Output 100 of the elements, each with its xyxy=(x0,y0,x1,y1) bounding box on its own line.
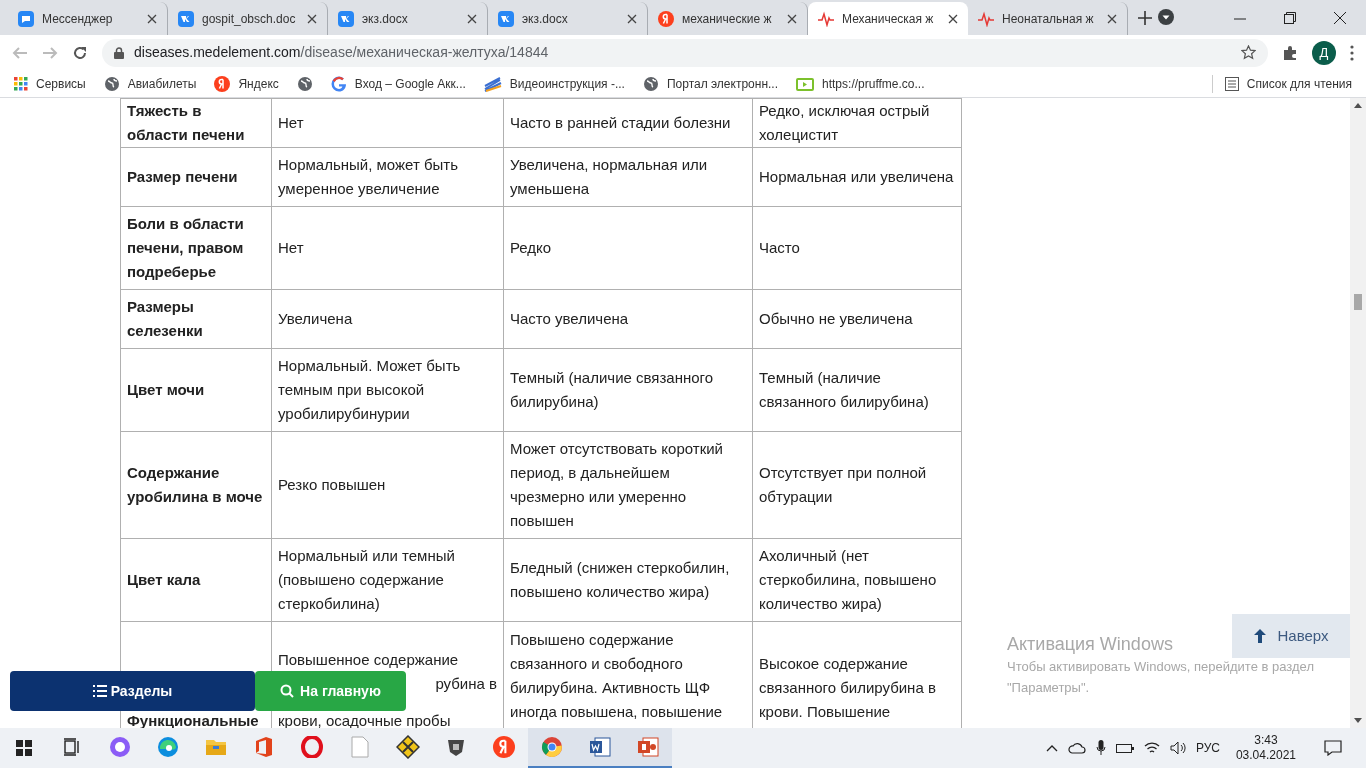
google-icon xyxy=(330,75,347,92)
wave-icon[interactable] xyxy=(157,736,179,758)
close-icon[interactable] xyxy=(1334,12,1346,24)
bookmark[interactable]: https://pruffme.co... xyxy=(796,74,925,93)
close-icon[interactable] xyxy=(1107,13,1117,24)
globe-icon xyxy=(642,75,659,92)
plus-icon[interactable] xyxy=(1138,11,1152,25)
table-cell: Темный (наличие связанного билирубина) xyxy=(510,369,714,410)
pulse-icon xyxy=(818,10,834,27)
restore-icon[interactable] xyxy=(1284,12,1296,24)
table-cell: Нет xyxy=(278,239,304,256)
activation-text: Чтобы активировать Windows, перейдите в раздел "Параметры". xyxy=(1007,658,1315,697)
table-cell-line: крови. Повышение xyxy=(759,703,891,720)
back-to-top-button[interactable]: Наверх xyxy=(1232,614,1350,658)
bookmark[interactable]: Видеоинструкция -... xyxy=(483,74,625,93)
chevron-up-icon[interactable] xyxy=(1045,744,1058,752)
table-cell: Нормальный или темный (повышено содержание стеркобилина) xyxy=(278,547,455,612)
puzzle-icon[interactable] xyxy=(1282,44,1298,61)
menu-icon xyxy=(92,685,107,697)
office-icon[interactable] xyxy=(254,736,274,758)
table-cell: Темный (наличие связанного билирубина) xyxy=(759,369,929,410)
table-cell: Может отсутствовать короткий период, в дальнейшем чрезмерно или умеренно повышен xyxy=(510,440,723,529)
sections-button[interactable]: Разделы xyxy=(10,671,255,711)
browser-tab[interactable]: Механическая ж xyxy=(808,2,968,35)
more-icon[interactable] xyxy=(1350,44,1354,61)
battery-icon[interactable] xyxy=(1115,742,1134,754)
profile-avatar[interactable]: Д xyxy=(1312,40,1336,65)
url-text: diseases.medelement.com/disease/механическая-желтуха/14844 xyxy=(134,43,549,62)
speaker-icon[interactable] xyxy=(1169,741,1186,755)
bookmark[interactable]: Вход – Google Акк... xyxy=(330,74,466,93)
ring-icon[interactable] xyxy=(301,736,323,758)
address-bar[interactable]: diseases.medelement.com/disease/механическая-желтуха/14844 xyxy=(102,38,1268,67)
scrollbar-thumb[interactable] xyxy=(1354,294,1362,310)
table-cell: Нормальная или увеличена xyxy=(759,168,954,185)
table-cell-line: связанного билирубина в xyxy=(759,679,936,696)
tab-title: Неонатальная ж xyxy=(1002,10,1095,28)
document-icon[interactable] xyxy=(589,736,611,758)
stripes-icon xyxy=(483,75,502,92)
close-icon[interactable] xyxy=(467,13,477,24)
language-indicator[interactable]: РУС xyxy=(1195,739,1220,757)
vk-icon xyxy=(498,10,514,27)
chrome-icon[interactable] xyxy=(541,736,563,758)
slides-icon[interactable] xyxy=(637,736,659,758)
table-cell-line: рубина в xyxy=(435,675,497,692)
table-cell: Размеры селезенки xyxy=(127,298,203,339)
clock[interactable]: 3:43 03.04.2021 xyxy=(1229,733,1302,763)
table-cell-line: связанного и свободного xyxy=(510,655,683,672)
table-cell: Отсутствует при полной обтурации xyxy=(759,464,927,505)
windows-logo-icon[interactable] xyxy=(16,740,32,756)
table-cell: Размер печени xyxy=(127,168,238,185)
search-icon xyxy=(280,684,295,698)
table-cell: Бледный (снижен стеркобилин, повышено количество жира) xyxy=(510,559,730,600)
table-cell: Увеличена, нормальная или уменьшена xyxy=(510,156,708,197)
lock-icon xyxy=(114,46,124,59)
screen-icon xyxy=(796,75,815,92)
table-cell: Ахоличный (нет стеркобилина, повышено количество жира) xyxy=(759,547,937,612)
arrow-up-icon xyxy=(1253,629,1266,643)
caret-icon[interactable] xyxy=(1158,9,1174,25)
table-cell-line: билирубина. Активность ЩФ xyxy=(510,679,711,696)
table-cell: Цвет кала xyxy=(127,571,201,588)
tab-title: gospit_obsch.doc xyxy=(202,10,297,28)
yandex-icon xyxy=(658,10,674,27)
star-icon[interactable] xyxy=(1241,45,1256,60)
bookmark[interactable]: Авиабилеты xyxy=(103,74,197,93)
cloud-icon[interactable] xyxy=(1067,742,1086,754)
bookmark[interactable]: Портал электронн... xyxy=(642,74,779,93)
table-cell: Увеличена xyxy=(278,310,353,327)
close-icon[interactable] xyxy=(307,13,317,24)
close-icon[interactable] xyxy=(948,13,958,24)
table-cell: Часто xyxy=(759,239,800,256)
list-icon xyxy=(1224,76,1239,91)
bookmark[interactable]: Яндекс xyxy=(214,74,279,93)
table-cell: Редко, исключая острый холецистит xyxy=(759,102,930,143)
table-cell: Нормальный. Может быть темным при высокой уробилирубинурии xyxy=(278,357,461,422)
notifications-icon[interactable] xyxy=(1324,740,1342,756)
table-cell-line: иногда повышена, повышение xyxy=(510,703,723,720)
ring-icon[interactable] xyxy=(109,736,131,758)
chat-icon xyxy=(18,10,34,27)
scroll-up-icon[interactable] xyxy=(1354,103,1362,108)
yandex-icon[interactable] xyxy=(493,736,515,758)
table-cell-line: Повышено содержание xyxy=(510,631,674,648)
microphone-icon[interactable] xyxy=(1095,740,1106,756)
wifi-icon[interactable] xyxy=(1143,741,1160,755)
bookmark[interactable]: Сервисы xyxy=(14,74,86,93)
table-cell: Нет xyxy=(278,114,304,131)
close-icon[interactable] xyxy=(627,13,637,24)
reload-icon[interactable] xyxy=(72,44,88,61)
apps-grid-icon xyxy=(14,76,28,91)
scroll-down-icon[interactable] xyxy=(1354,718,1362,723)
task-view-icon[interactable] xyxy=(62,738,82,756)
close-icon[interactable] xyxy=(147,13,157,24)
yandex-icon xyxy=(214,75,231,92)
tab-title: Мессенджер xyxy=(42,10,114,28)
close-icon[interactable] xyxy=(787,13,797,24)
diamond-icon[interactable] xyxy=(396,735,420,759)
vk-icon xyxy=(338,10,354,27)
reading-list-button[interactable]: Список для чтения xyxy=(1211,74,1352,93)
table-cell: Часто в ранней стадии болезни xyxy=(510,114,731,131)
folder-icon[interactable] xyxy=(205,737,227,757)
table-cell: Боли в области печени, правом подреберье xyxy=(127,215,244,280)
